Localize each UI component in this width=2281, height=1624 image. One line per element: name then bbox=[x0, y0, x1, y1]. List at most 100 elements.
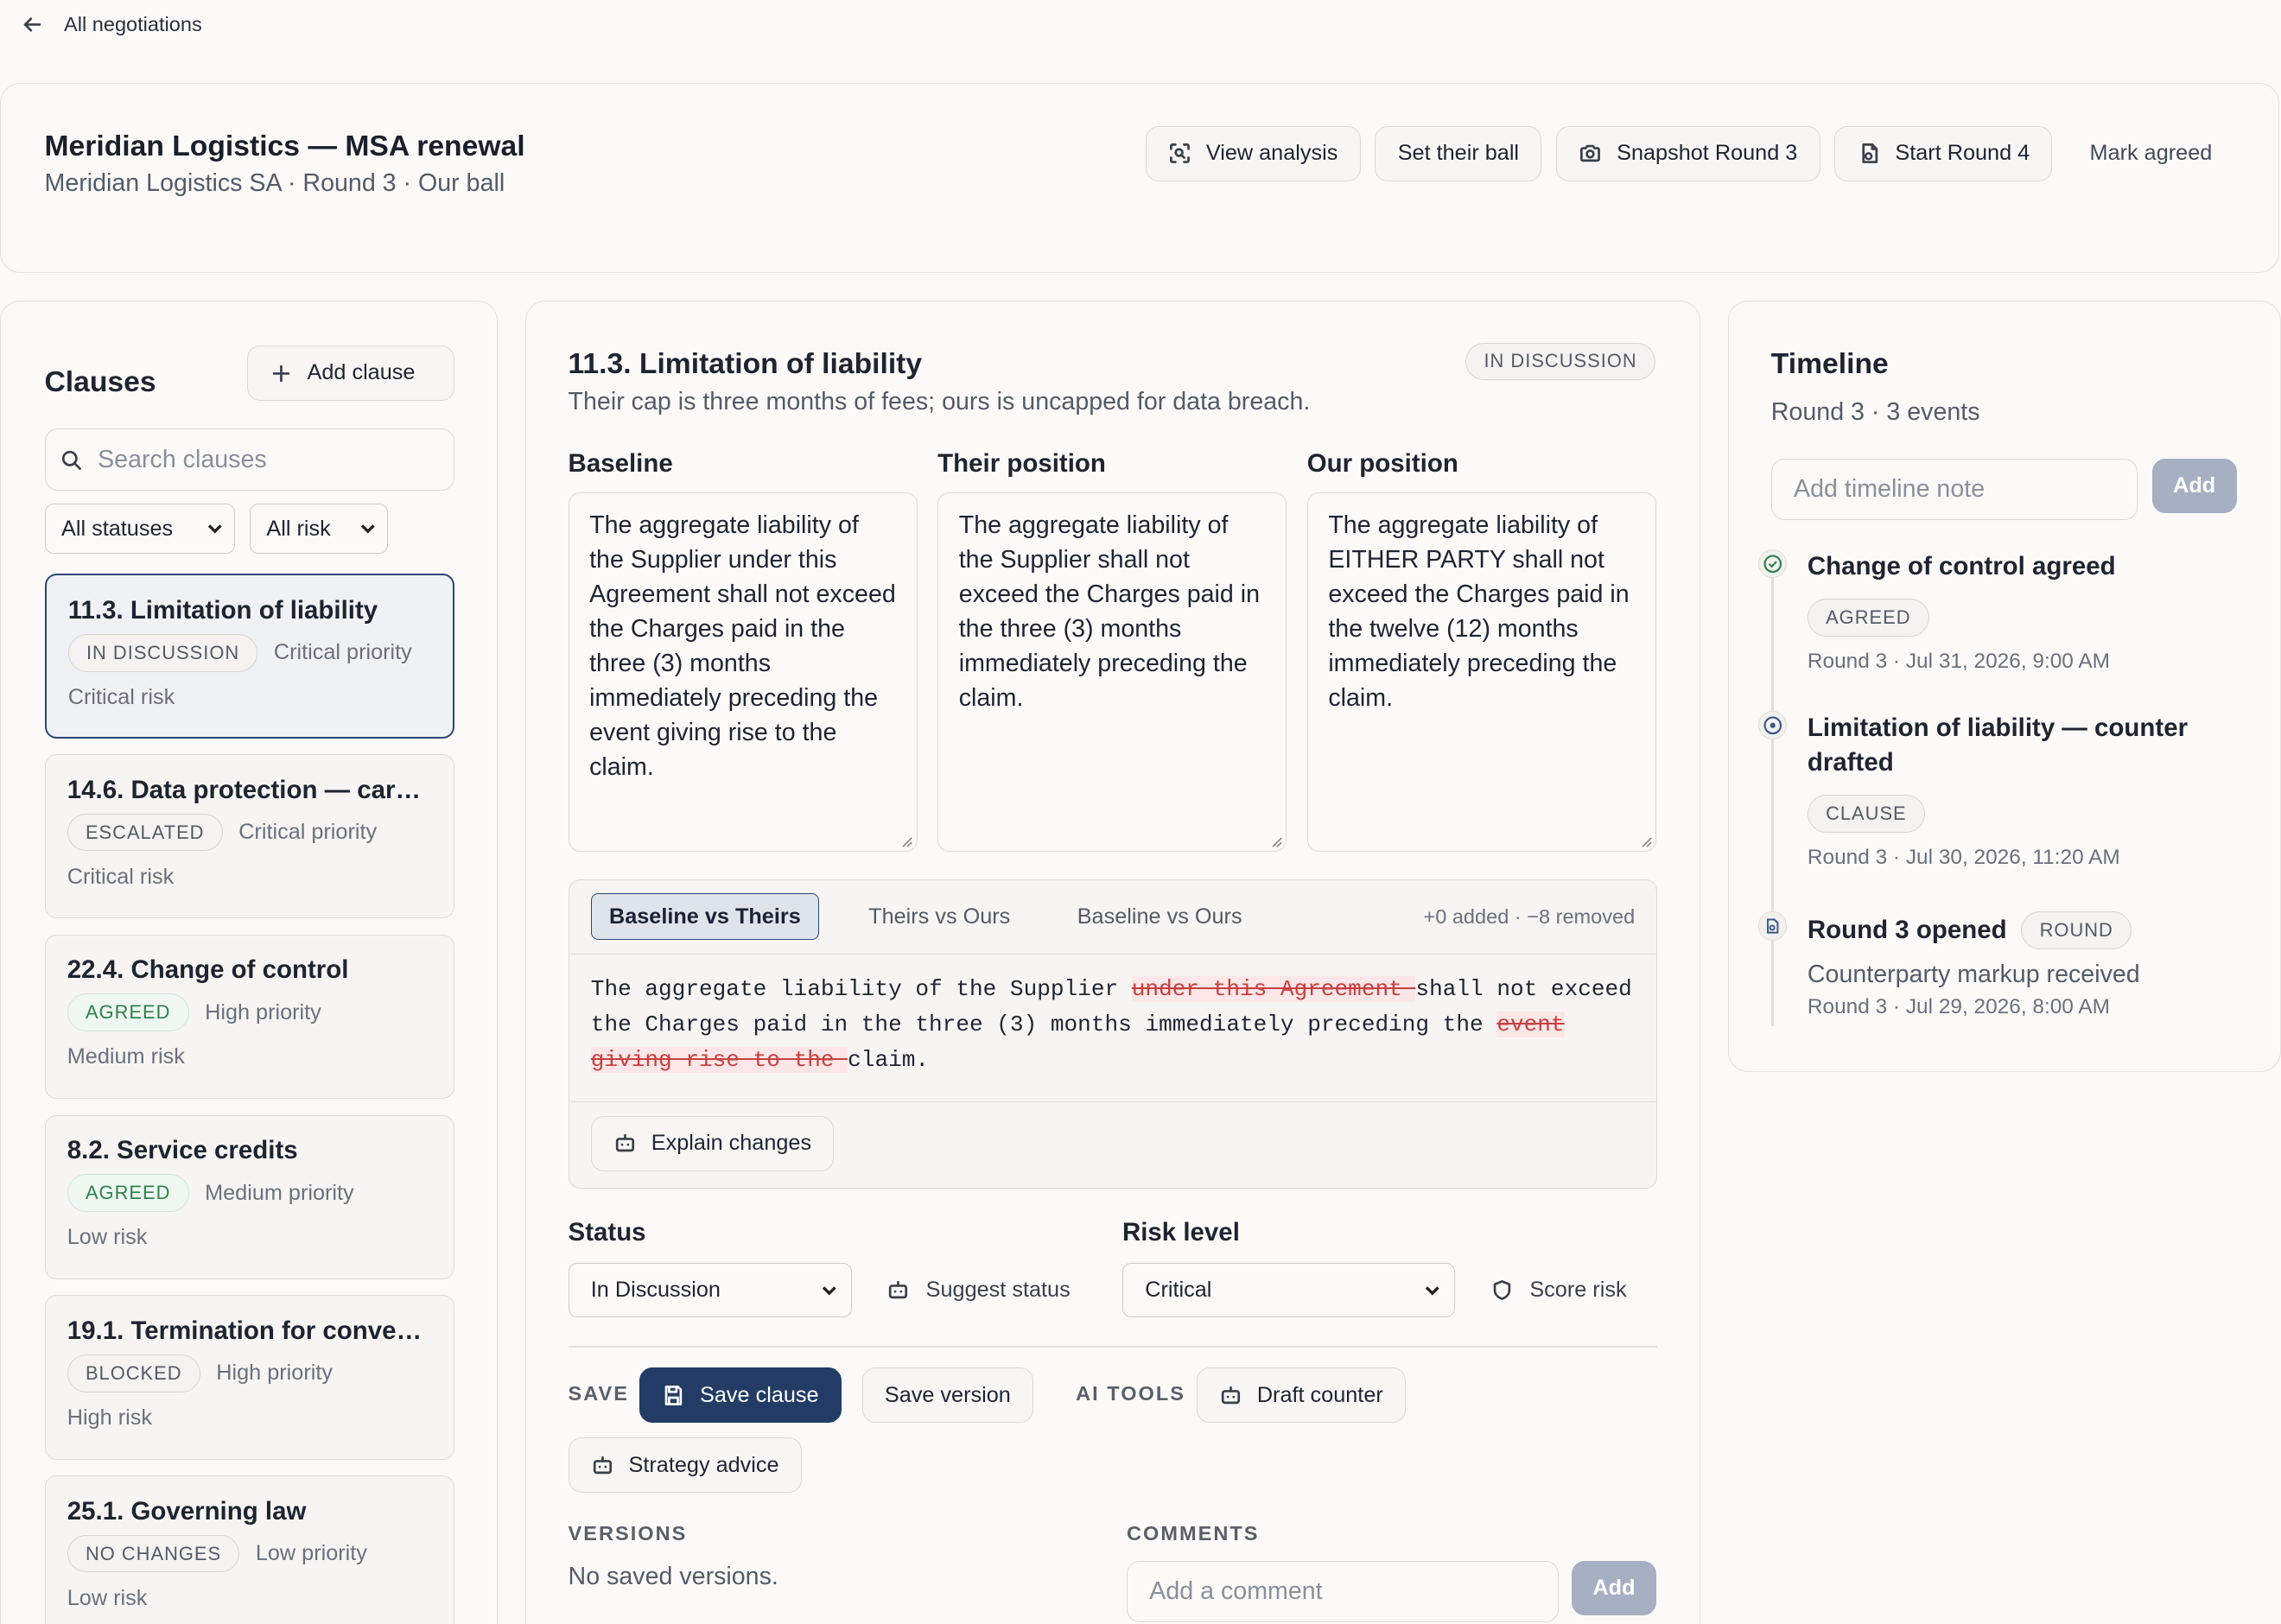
add-clause-button[interactable]: Add clause bbox=[246, 345, 455, 401]
risk-filter-select[interactable]: All risk bbox=[249, 504, 388, 554]
bot-icon bbox=[593, 1456, 612, 1475]
explain-changes-label: Explain changes bbox=[651, 1131, 812, 1156]
score-risk-button[interactable]: Score risk bbox=[1469, 1263, 1649, 1316]
timeline-event-meta: Round 3 · Jul 31, 2026, 9:00 AM bbox=[1807, 649, 2110, 673]
timeline-panel: Timeline Round 3 · 3 events Add timeline… bbox=[1727, 301, 2281, 1072]
their-position-textarea[interactable]: The aggregate liability of the Supplier … bbox=[937, 492, 1287, 852]
strategy-advice-button[interactable]: Strategy advice bbox=[568, 1437, 802, 1494]
risk-text: High risk bbox=[67, 1405, 152, 1430]
baseline-label: Baseline bbox=[568, 448, 673, 478]
bot-icon bbox=[1221, 1386, 1241, 1405]
add-clause-label: Add clause bbox=[307, 360, 416, 385]
timeline-note-input[interactable]: Add timeline note bbox=[1770, 459, 2138, 520]
resize-handle-icon[interactable] bbox=[1638, 834, 1653, 848]
comments-caption: COMMENTS bbox=[1127, 1521, 1260, 1545]
timeline-event-note: Counterparty markup received bbox=[1807, 961, 2140, 989]
status-select[interactable]: In Discussion bbox=[568, 1263, 852, 1317]
clause-summary: Their cap is three months of fees; ours … bbox=[568, 387, 1311, 416]
timeline-event-meta: Round 3 · Jul 29, 2026, 8:00 AM bbox=[1807, 994, 2110, 1018]
clause-item[interactable]: 8.2. Service credits AGREED Medium prior… bbox=[44, 1114, 455, 1279]
arrow-left-icon bbox=[23, 17, 41, 32]
strategy-advice-label: Strategy advice bbox=[628, 1452, 779, 1477]
search-icon bbox=[62, 450, 82, 470]
tab-baseline-vs-ours[interactable]: Baseline vs Ours bbox=[1060, 893, 1260, 940]
risk-level-select[interactable]: Critical bbox=[1121, 1263, 1456, 1317]
camera-icon bbox=[1580, 144, 1601, 162]
timeline-note-placeholder: Add timeline note bbox=[1794, 475, 1986, 504]
file-icon bbox=[1757, 910, 1788, 941]
set-their-ball-label: Set their ball bbox=[1397, 141, 1520, 166]
clause-title: 11.3. Limitation of liability bbox=[568, 348, 923, 381]
timeline-title: Timeline bbox=[1770, 348, 1889, 381]
add-timeline-note-button[interactable]: Add bbox=[2151, 459, 2237, 513]
divider bbox=[568, 1346, 1658, 1348]
start-round-button[interactable]: Start Round 4 bbox=[1834, 125, 2053, 181]
status-filter-select[interactable]: All statuses bbox=[44, 504, 236, 554]
versions-empty-text: No saved versions. bbox=[568, 1563, 778, 1591]
add-comment-button[interactable]: Add bbox=[1572, 1561, 1656, 1615]
resize-handle-icon[interactable] bbox=[1268, 834, 1283, 848]
risk-level-value: Critical bbox=[1145, 1277, 1212, 1302]
chevron-down-icon bbox=[208, 524, 223, 534]
snapshot-round-label: Snapshot Round 3 bbox=[1617, 141, 1798, 166]
bot-icon bbox=[615, 1133, 635, 1152]
save-icon bbox=[664, 1386, 683, 1405]
comment-input[interactable]: Add a comment bbox=[1127, 1561, 1559, 1623]
save-version-button[interactable]: Save version bbox=[861, 1367, 1034, 1424]
status-badge: BLOCKED bbox=[67, 1354, 200, 1392]
baseline-textarea[interactable]: The aggregate liability of the Supplier … bbox=[568, 492, 918, 852]
versions-caption: VERSIONS bbox=[568, 1521, 688, 1545]
file-icon bbox=[1862, 143, 1878, 164]
risk-text: Low risk bbox=[67, 1225, 148, 1250]
clause-item[interactable]: 11.3. Limitation of liability IN DISCUSS… bbox=[44, 574, 455, 739]
status-badge: AGREED bbox=[67, 1174, 189, 1212]
view-analysis-button[interactable]: View analysis bbox=[1145, 125, 1361, 181]
suggest-status-label: Suggest status bbox=[925, 1277, 1071, 1302]
negotiation-header: Meridian Logistics — MSA renewal Meridia… bbox=[0, 82, 2280, 274]
status-badge: IN DISCUSSION bbox=[67, 633, 258, 672]
clause-item[interactable]: 25.1. Governing law NO CHANGES Low prior… bbox=[44, 1475, 455, 1624]
our-position-label: Our position bbox=[1306, 448, 1458, 478]
back-link-label: All negotiations bbox=[64, 13, 202, 36]
tab-theirs-vs-ours[interactable]: Theirs vs Ours bbox=[851, 893, 1028, 940]
timeline-event-meta: Round 3 · Jul 30, 2026, 11:20 AM bbox=[1807, 846, 2120, 870]
clause-item[interactable]: 19.1. Termination for convenience BLOCKE… bbox=[44, 1295, 455, 1460]
status-badge: ESCALATED bbox=[67, 813, 223, 852]
back-link[interactable]: All negotiations bbox=[21, 13, 202, 36]
diff-unchanged: The aggregate liability of the Supplier bbox=[590, 975, 1132, 1002]
save-clause-button[interactable]: Save clause bbox=[639, 1367, 842, 1424]
risk-level-label: Risk level bbox=[1121, 1218, 1240, 1247]
timeline-event-title: Round 3 opened bbox=[1807, 915, 2007, 944]
clause-status-badge: IN DISCUSSION bbox=[1465, 342, 1655, 381]
suggest-status-button[interactable]: Suggest status bbox=[865, 1263, 1092, 1316]
status-badge: NO CHANGES bbox=[67, 1534, 240, 1573]
baseline-text: The aggregate liability of the Supplier … bbox=[589, 511, 896, 782]
mark-agreed-label: Mark agreed bbox=[2089, 141, 2213, 166]
risk-filter-value: All risk bbox=[266, 516, 331, 541]
draft-counter-button[interactable]: Draft counter bbox=[1196, 1367, 1407, 1424]
clause-item[interactable]: 14.6. Data protection — carve-out ESCALA… bbox=[44, 754, 455, 919]
our-position-textarea[interactable]: The aggregate liability of EITHER PARTY … bbox=[1306, 492, 1656, 852]
ai-tools-caption: AI TOOLS bbox=[1076, 1382, 1186, 1405]
set-their-ball-button[interactable]: Set their ball bbox=[1375, 125, 1542, 181]
mark-agreed-button[interactable]: Mark agreed bbox=[2067, 126, 2234, 181]
check-circle-icon bbox=[1757, 549, 1788, 579]
bot-icon bbox=[889, 1280, 908, 1299]
explain-changes-button[interactable]: Explain changes bbox=[590, 1115, 835, 1171]
snapshot-round-button[interactable]: Snapshot Round 3 bbox=[1556, 125, 1820, 181]
clause-item[interactable]: 22.4. Change of control AGREED High prio… bbox=[44, 934, 455, 1100]
clauses-title: Clauses bbox=[44, 365, 156, 398]
clause-editor: 11.3. Limitation of liability IN DISCUSS… bbox=[524, 301, 1700, 1624]
search-clauses-input[interactable]: Search clauses bbox=[44, 428, 455, 492]
status-badge: AGREED bbox=[67, 993, 189, 1032]
priority-text: Medium priority bbox=[205, 1180, 354, 1205]
save-clause-label: Save clause bbox=[700, 1382, 819, 1407]
resize-handle-icon[interactable] bbox=[899, 834, 913, 848]
clause-item-title: 25.1. Governing law bbox=[67, 1496, 307, 1526]
status-filter-value: All statuses bbox=[61, 516, 174, 541]
tab-baseline-vs-theirs[interactable]: Baseline vs Theirs bbox=[590, 893, 819, 941]
clause-item-title: 19.1. Termination for convenience bbox=[67, 1316, 432, 1345]
priority-text: High priority bbox=[205, 999, 321, 1025]
scan-search-icon bbox=[1170, 143, 1190, 164]
chevron-down-icon bbox=[1426, 1285, 1440, 1296]
